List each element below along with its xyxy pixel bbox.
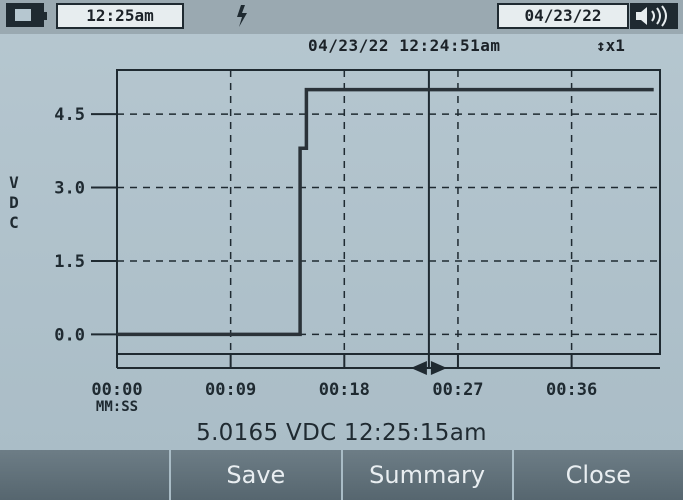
y-axis-label-letter: V xyxy=(9,173,19,192)
x-tick-label: 00:36 xyxy=(546,380,597,400)
y-tick-label: 4.5 xyxy=(54,105,85,125)
softkey-bar: Save Summary Close xyxy=(0,450,683,500)
x-axis-label: MM:SS xyxy=(96,399,138,415)
close-button[interactable]: Close xyxy=(511,450,683,500)
zoom-control[interactable]: ↕x1 xyxy=(596,36,625,55)
speaker-icon[interactable] xyxy=(630,3,678,29)
x-tick-label: 00:27 xyxy=(432,380,483,400)
y-tick-label: 0.0 xyxy=(54,325,85,345)
battery-icon xyxy=(6,3,47,27)
y-tick-label: 3.0 xyxy=(54,179,85,199)
status-clock: 12:25am xyxy=(56,3,184,29)
power-bolt-icon xyxy=(237,5,247,27)
y-tick-label: 1.5 xyxy=(54,252,85,272)
meter-screen: 12:25am 04/23/22 04/23/22 12:24:51am ↕x1… xyxy=(0,0,683,500)
voltage-trend-chart: 0.0 1.5 3.0 4.5 00:00 00:09 00:18 00:27 00:36 MM:… xyxy=(9,69,661,415)
x-tick-label: 00:18 xyxy=(319,380,370,400)
cursor-readout: 5.0165 VDC 12:25:15am xyxy=(196,420,487,446)
capture-timestamp: 04/23/22 12:24:51am xyxy=(308,36,501,55)
x-tick-label: 00:09 xyxy=(205,380,256,400)
status-bar: 12:25am 04/23/22 xyxy=(0,0,683,34)
cursor-left-arrow-icon xyxy=(410,361,427,375)
save-button[interactable]: Save xyxy=(169,450,341,500)
status-date: 04/23/22 xyxy=(497,3,629,29)
series-line xyxy=(117,87,654,337)
cursor-right-arrow-icon xyxy=(430,361,447,375)
y-axis-label-letter: D xyxy=(9,193,19,212)
plot-frame xyxy=(116,69,661,355)
x-tick-label: 00:00 xyxy=(91,380,142,400)
summary-button[interactable]: Summary xyxy=(340,450,512,500)
y-axis-label-letter: C xyxy=(9,213,19,232)
softkey-blank[interactable] xyxy=(0,450,170,500)
